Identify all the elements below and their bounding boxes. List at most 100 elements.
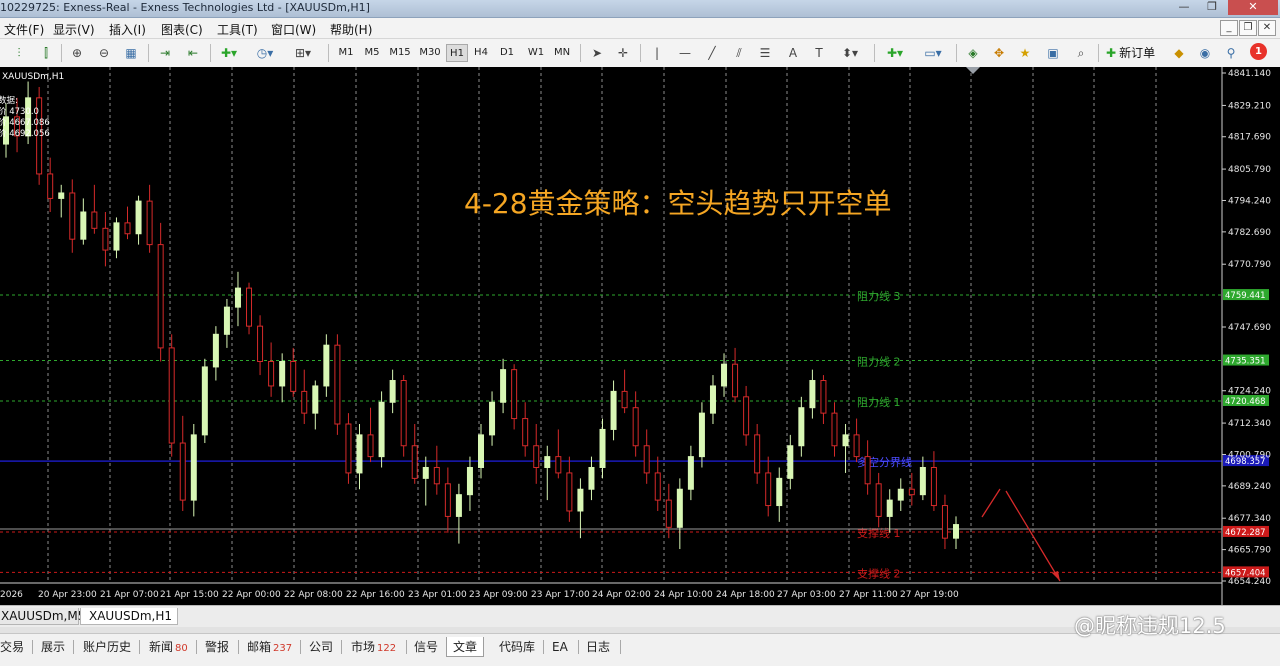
terminal-tab-label: 公司 <box>309 640 334 654</box>
text-label-icon[interactable]: T <box>810 44 828 62</box>
timeframe-m1[interactable]: M1 <box>334 44 358 62</box>
search-icon[interactable]: ⚲ <box>1222 44 1240 62</box>
terminal-tab-alerts[interactable]: 警报 <box>199 637 235 657</box>
horizontal-line-icon[interactable]: — <box>676 44 694 62</box>
close-window-button[interactable]: ✕ <box>1228 0 1278 15</box>
timeframe-w1[interactable]: W1 <box>524 44 548 62</box>
candle-body <box>665 499 672 528</box>
chart-tab-m5[interactable]: XAUUSDm,M5 <box>0 608 85 625</box>
chart-canvas[interactable]: 阻力线 3 4759.441阻力线 2 4735.351阻力线 1 4720.468多… <box>0 67 1280 605</box>
menu-file[interactable]: 文件(F) <box>4 21 44 38</box>
timeframe-h1[interactable]: H1 <box>446 44 468 62</box>
candle-body <box>941 505 948 539</box>
time-tick-label: 21 Apr 15:00 <box>160 590 219 600</box>
candle-body <box>146 200 153 246</box>
terminal-tab-label: 日志 <box>586 640 611 654</box>
symbol-label: XAUUSDm,H1 <box>2 72 64 82</box>
data-window-icon[interactable]: ⌕ <box>1072 44 1090 62</box>
candle-body <box>290 360 297 392</box>
terminal-tab-label: EA <box>552 640 568 654</box>
zoom-in-icon[interactable]: ⊕ <box>68 44 86 62</box>
trendline-icon[interactable]: ╱ <box>703 44 721 62</box>
terminal-tab-label: 新闻 <box>149 640 174 654</box>
candle-body <box>400 380 407 447</box>
cursor-arrow-icon[interactable]: ➤ <box>588 44 606 62</box>
candle-body <box>257 325 264 362</box>
mdi-restore-button[interactable]: ❐ <box>1239 20 1257 36</box>
menu-window[interactable]: 窗口(W) <box>271 21 316 38</box>
candle-body <box>157 244 164 349</box>
timeframe-d1[interactable]: D1 <box>496 44 518 62</box>
terminal-tab-trade[interactable]: 交易 <box>0 637 30 657</box>
menu-insert[interactable]: 插入(I) <box>109 21 146 38</box>
terminal-tab-market[interactable]: 市场 122 <box>345 637 402 657</box>
level-label: 支撑线 2 <box>857 566 901 580</box>
navigator-icon[interactable]: ◈ <box>964 44 982 62</box>
terminal-tab-count: 80 <box>175 643 188 654</box>
shapes-icon[interactable]: ⬍▾ <box>836 44 864 62</box>
terminal-tab-label: 警报 <box>205 640 230 654</box>
bar-chart-icon[interactable]: ⫶ <box>10 44 28 62</box>
terminal-tab-news[interactable]: 新闻 80 <box>143 637 194 657</box>
terminal-tab-company[interactable]: 公司 <box>303 637 339 657</box>
market-watch-icon[interactable]: ▣ <box>1044 44 1062 62</box>
candle-body <box>389 380 396 403</box>
timeframe-mn[interactable]: MN <box>550 44 574 62</box>
alerts-badge[interactable]: 1 <box>1250 43 1267 60</box>
autoscroll-icon[interactable]: ⇤ <box>184 44 202 62</box>
profile-icon[interactable]: ◉ <box>1196 44 1214 62</box>
timeframe-m5[interactable]: M5 <box>360 44 384 62</box>
chart-shift-icon[interactable]: ⇥ <box>156 44 174 62</box>
price-chart[interactable]: 阻力线 3 4759.441 阻力线 2 4735.351 阻力线 1 4720.468 多… <box>0 67 1280 605</box>
terminal-tab-journal[interactable]: 日志 <box>580 637 616 657</box>
price-tick-label: 4805.790 <box>1228 165 1271 175</box>
menu-view[interactable]: 显示(V) <box>53 21 95 38</box>
periods-clock-icon[interactable]: ◷▾ <box>250 44 280 62</box>
terminal-tab-articles[interactable]: 文章 <box>446 637 485 657</box>
channel-icon[interactable]: ⫽ <box>730 44 748 62</box>
candle-body <box>864 456 871 485</box>
text-icon[interactable]: A <box>784 44 802 62</box>
candle-body <box>345 423 352 474</box>
indicators-icon[interactable]: ✚▾ <box>216 44 242 62</box>
templates-icon[interactable]: ⊞▾ <box>288 44 318 62</box>
zoom-out-icon[interactable]: ⊖ <box>95 44 113 62</box>
candlestick-icon[interactable]: ⫿ <box>37 44 55 62</box>
terminal-tab-exposure[interactable]: 展示 <box>35 637 71 657</box>
terminal-tab-codebase[interactable]: 代码库 <box>493 637 541 657</box>
menu-tools[interactable]: 工具(T) <box>217 21 258 38</box>
move-icon[interactable]: ✥ <box>990 44 1008 62</box>
data-info-line: 数据: <box>0 95 18 106</box>
favorites-star-icon[interactable]: ★ <box>1016 44 1034 62</box>
add-indicator-icon[interactable]: ✚▾ <box>882 44 908 62</box>
candle-body <box>91 211 98 229</box>
fibonacci-icon[interactable]: ☰ <box>756 44 774 62</box>
chart-tab-h1[interactable]: XAUUSDm,H1 <box>80 608 178 625</box>
mdi-minimize-button[interactable]: _ <box>1220 20 1238 36</box>
terminal-tab-mailbox[interactable]: 邮箱 237 <box>241 637 298 657</box>
candle-body <box>787 445 794 479</box>
timeframe-m15[interactable]: M15 <box>386 44 414 62</box>
data-info-line: 价 4730.0 <box>0 107 39 117</box>
timeframe-h4[interactable]: H4 <box>470 44 492 62</box>
terminal-tab-history[interactable]: 账户历史 <box>77 637 137 657</box>
menu-charts[interactable]: 图表(C) <box>161 21 203 38</box>
time-tick-label: 20 Apr 23:00 <box>38 590 97 600</box>
candle-body <box>842 434 849 447</box>
crosshair-icon[interactable]: ✛ <box>614 44 632 62</box>
new-order-button[interactable]: ✚ 新订单 <box>1106 44 1155 62</box>
candle-body <box>80 211 87 240</box>
terminal-tab-ea[interactable]: EA <box>546 637 574 657</box>
menu-help[interactable]: 帮助(H) <box>330 21 372 38</box>
tile-windows-icon[interactable]: ▦ <box>122 44 140 62</box>
candle-body <box>721 363 728 387</box>
window-list-icon[interactable]: ▭▾ <box>918 44 948 62</box>
timeframe-m30[interactable]: M30 <box>416 44 444 62</box>
terminal-tab-signals[interactable]: 信号 <box>408 637 444 657</box>
vertical-line-icon[interactable]: | <box>650 44 664 62</box>
autotrading-icon[interactable]: ◆ <box>1170 44 1188 62</box>
candle-body <box>124 222 131 235</box>
mdi-close-button[interactable]: ✕ <box>1258 20 1276 36</box>
restore-window-button[interactable]: ❐ <box>1200 0 1224 15</box>
minimize-window-button[interactable]: — <box>1172 0 1196 15</box>
